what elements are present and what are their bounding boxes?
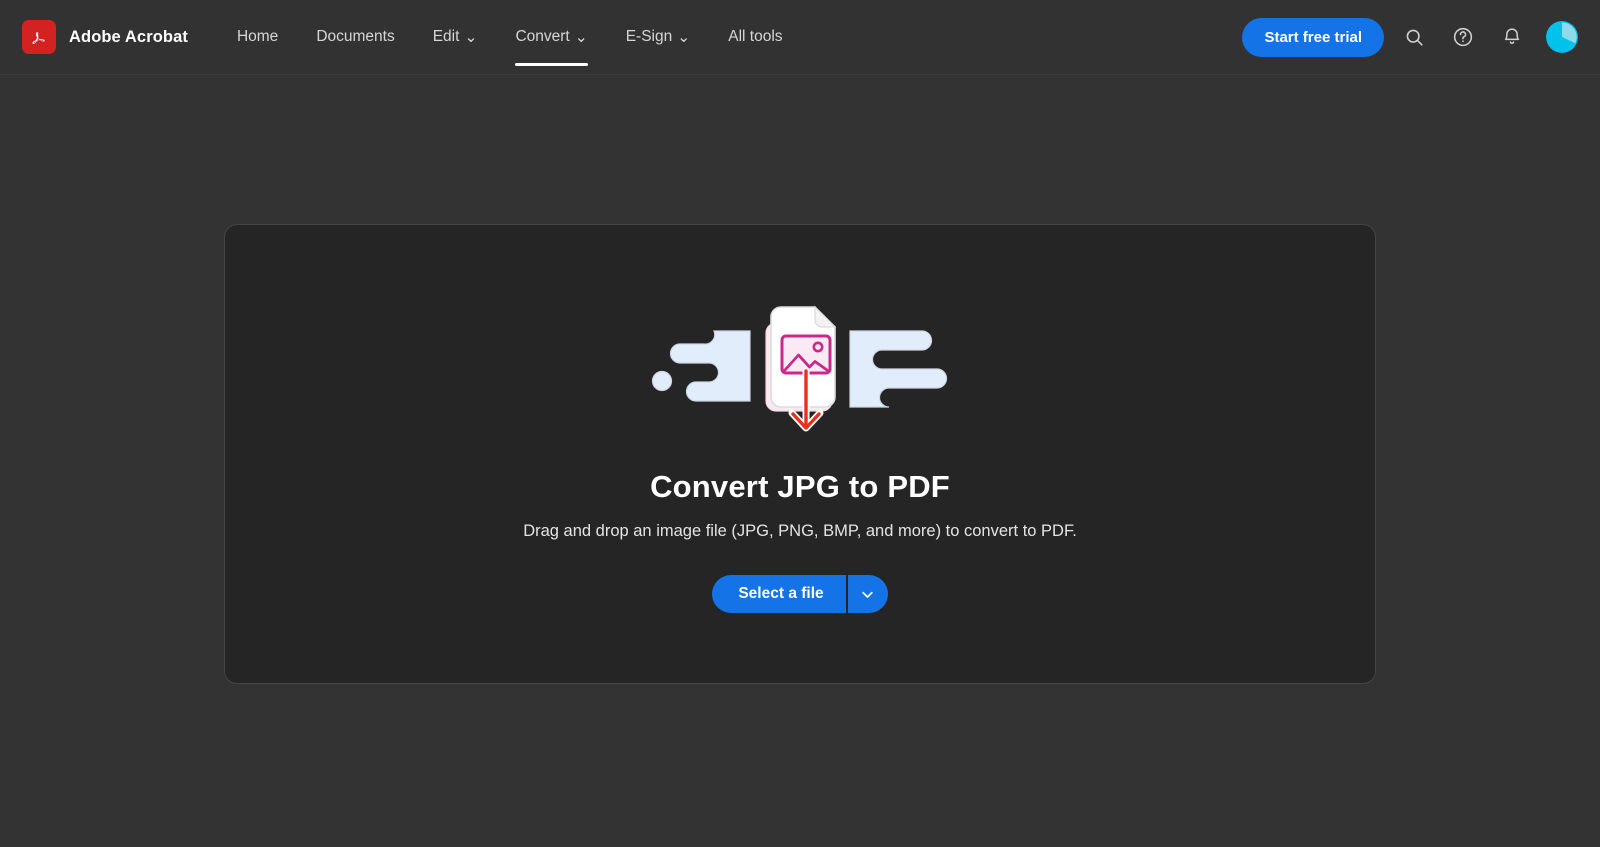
user-avatar[interactable] xyxy=(1546,21,1578,53)
brand[interactable]: Adobe Acrobat xyxy=(22,20,188,54)
adobe-acrobat-logo-icon xyxy=(22,20,56,54)
dropzone-title: Convert JPG to PDF xyxy=(650,469,950,504)
jpg-to-pdf-illustration xyxy=(650,289,950,439)
file-drop-zone[interactable]: Convert JPG to PDF Drag and drop an imag… xyxy=(224,224,1376,684)
select-file-split-button: Select a file xyxy=(712,575,888,613)
search-icon[interactable] xyxy=(1395,18,1433,56)
nav-item-label: Convert xyxy=(515,28,570,45)
chevron-down-icon xyxy=(862,591,873,598)
nav-item-documents[interactable]: Documents xyxy=(297,0,413,75)
chevron-down-icon: ⌄ xyxy=(677,29,691,47)
nav-item-label: Documents xyxy=(316,28,395,45)
dropzone-subtitle: Drag and drop an image file (JPG, PNG, B… xyxy=(523,522,1077,540)
nav-item-edit[interactable]: Edit ⌄ xyxy=(414,0,497,75)
nav-item-e-sign[interactable]: E-Sign ⌄ xyxy=(607,0,710,75)
nav-item-label: All tools xyxy=(728,28,783,45)
nav-item-all-tools[interactable]: All tools xyxy=(709,0,801,75)
nav-item-label: E-Sign xyxy=(625,28,673,45)
app-header: Adobe Acrobat Home Documents Edit ⌄ Conv… xyxy=(0,0,1600,75)
select-a-file-button[interactable]: Select a file xyxy=(712,575,846,613)
main-nav: Home Documents Edit ⌄ Convert ⌄ E-Sign ⌄… xyxy=(218,0,802,75)
notifications-bell-icon[interactable] xyxy=(1493,18,1531,56)
help-icon[interactable] xyxy=(1444,18,1482,56)
nav-item-convert[interactable]: Convert ⌄ xyxy=(496,0,606,75)
nav-item-label: Edit xyxy=(432,28,460,45)
brand-name: Adobe Acrobat xyxy=(69,27,188,46)
nav-item-home[interactable]: Home xyxy=(218,0,297,75)
start-free-trial-button[interactable]: Start free trial xyxy=(1242,17,1384,57)
select-file-dropdown-button[interactable] xyxy=(847,575,888,613)
nav-item-label: Home xyxy=(236,28,279,45)
chevron-down-icon: ⌄ xyxy=(574,29,588,47)
chevron-down-icon: ⌄ xyxy=(464,29,478,47)
page-body: Convert JPG to PDF Drag and drop an imag… xyxy=(0,75,1600,847)
header-actions: Start free trial xyxy=(1242,17,1578,57)
